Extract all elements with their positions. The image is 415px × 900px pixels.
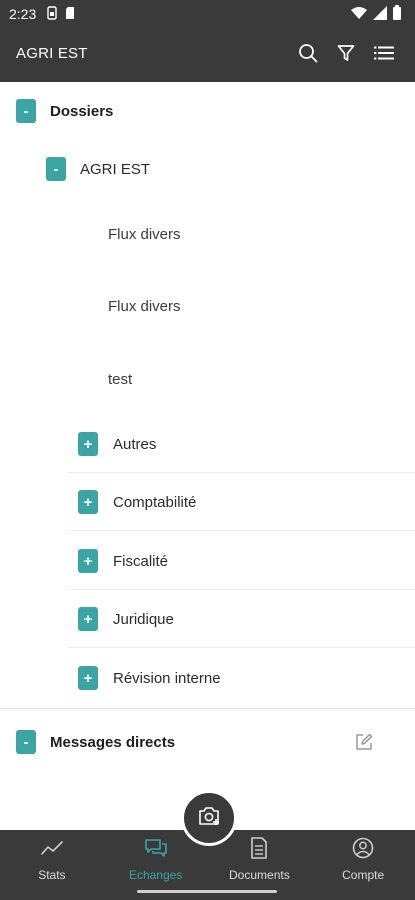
folder-revision-interne[interactable]: Révision interne [113,670,221,687]
content-area: - Dossiers - AGRI EST Flux divers Flux d… [0,82,415,830]
nav-stats[interactable]: Stats [0,830,104,882]
dossiers-heading[interactable]: Dossiers [50,103,113,120]
app-actions [297,41,395,65]
revision-interne-expand-toggle[interactable]: + [78,666,98,690]
sim-icon [47,6,57,23]
nav-documents-label: Documents [229,868,290,882]
search-icon[interactable] [297,41,319,65]
app-bar: AGRI EST [0,27,415,82]
file-item[interactable]: Flux divers [108,226,181,243]
camera-add-button[interactable] [181,790,237,846]
status-bar: 2:23 [0,0,415,27]
folder-comptabilite[interactable]: Comptabilité [113,494,196,511]
gesture-bar [0,882,415,900]
nav-stats-label: Stats [38,868,66,882]
app-title: AGRI EST [16,45,88,62]
row-divider [68,472,415,473]
messages-directs-heading[interactable]: Messages directs [50,734,175,751]
gesture-handle[interactable] [137,890,277,893]
messages-collapse-toggle[interactable]: - [16,730,36,754]
filter-icon[interactable] [335,41,357,65]
list-icon[interactable] [373,41,395,65]
folder-fiscalite[interactable]: Fiscalité [113,553,168,570]
juridique-expand-toggle[interactable]: + [78,607,98,631]
chat-icon [144,837,168,859]
folder-juridique[interactable]: Juridique [113,611,174,628]
comptabilite-expand-toggle[interactable]: + [78,490,98,514]
camera-add-icon [197,805,221,832]
agri-est-collapse-toggle[interactable]: - [46,157,66,181]
nav-compte-label: Compte [342,868,385,882]
sd-card-icon [65,6,75,23]
folder-autres[interactable]: Autres [113,436,156,453]
file-item[interactable]: test [108,371,132,388]
row-divider [68,530,415,531]
file-item[interactable]: Flux divers [108,298,181,315]
battery-icon [393,5,401,23]
chart-icon [41,837,63,859]
status-time: 2:23 [9,6,37,22]
nav-echanges-label: Echanges [128,868,183,882]
row-divider [68,589,415,590]
fiscalite-expand-toggle[interactable]: + [78,549,98,573]
section-divider [0,708,415,709]
account-icon [352,837,374,859]
wifi-icon [351,6,367,22]
status-left-icons [47,6,75,23]
autres-expand-toggle[interactable]: + [78,432,98,456]
status-right-icons [351,5,401,23]
signal-icon [373,5,387,23]
edit-icon[interactable] [354,732,376,754]
nav-compte[interactable]: Compte [311,830,415,882]
agri-est-folder-label[interactable]: AGRI EST [80,161,150,178]
document-icon [250,837,268,859]
row-divider [68,647,415,648]
dossiers-collapse-toggle[interactable]: - [16,99,36,123]
